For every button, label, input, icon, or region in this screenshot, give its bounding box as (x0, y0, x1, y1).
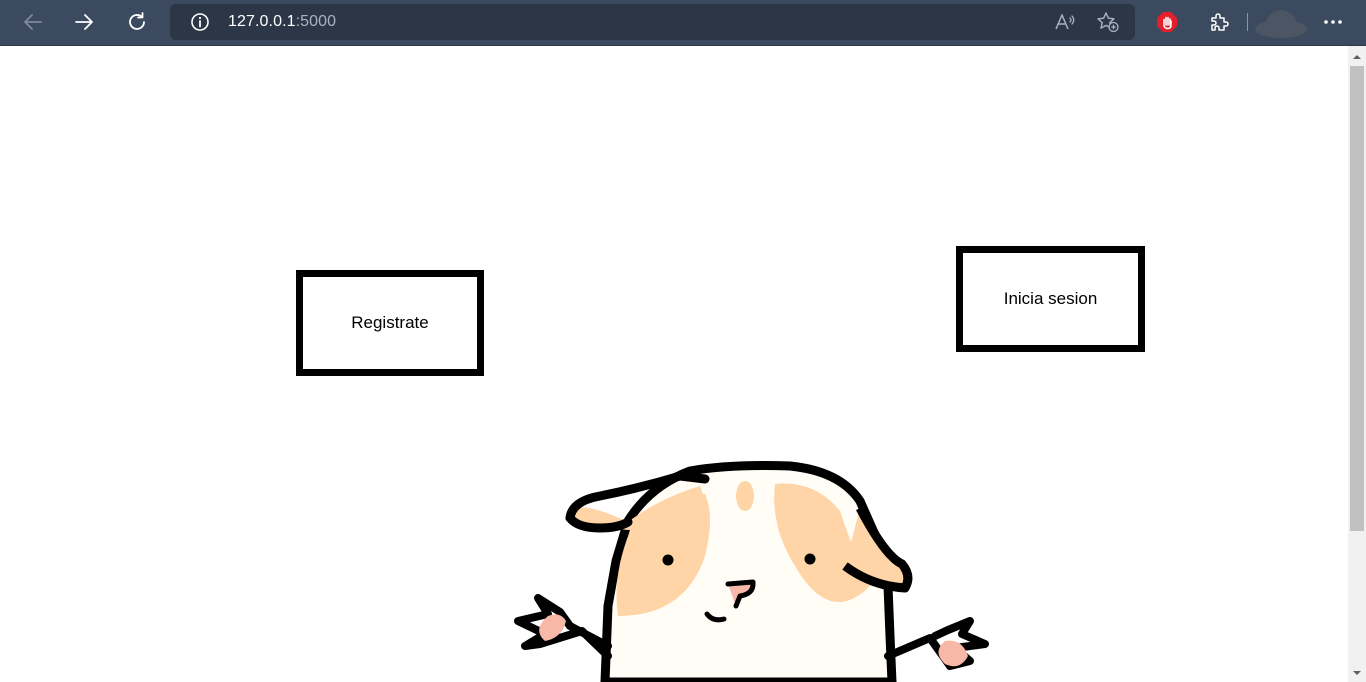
refresh-icon (129, 12, 145, 30)
url-host: 127.0.0.1 (228, 13, 296, 30)
back-button[interactable] (16, 6, 50, 38)
read-aloud-button[interactable] (1054, 12, 1076, 37)
arrow-left-icon (24, 14, 42, 30)
read-aloud-icon (1055, 14, 1075, 30)
toolbar-divider (1247, 13, 1248, 31)
url-text[interactable]: 127.0.0.1:5000 (228, 13, 336, 31)
forward-button[interactable] (67, 6, 101, 38)
extensions-button[interactable] (1202, 6, 1236, 38)
profile-button[interactable] (1254, 5, 1308, 39)
settings-menu-button[interactable] (1316, 6, 1350, 38)
favorite-button[interactable] (1096, 11, 1120, 38)
refresh-button[interactable] (120, 6, 154, 38)
guinea-pig-illustration (514, 461, 989, 682)
register-button[interactable]: Registrate (296, 270, 484, 376)
scroll-down-arrow-icon[interactable] (1348, 666, 1366, 680)
arrow-right-icon (75, 14, 93, 30)
url-port: :5000 (295, 13, 337, 30)
info-circle-icon (191, 13, 209, 31)
login-button[interactable]: Inicia sesion (956, 246, 1145, 352)
star-add-icon (1097, 12, 1119, 33)
avatar-icon (1255, 10, 1307, 38)
ellipsis-icon (1324, 20, 1342, 24)
site-info-button[interactable] (190, 12, 210, 37)
puzzle-icon (1211, 13, 1229, 31)
vertical-scrollbar[interactable] (1348, 46, 1366, 682)
register-button-label: Registrate (351, 313, 429, 332)
login-button-label: Inicia sesion (1003, 289, 1098, 308)
page-viewport: Registrate Inicia sesion (0, 46, 1348, 682)
browser-toolbar: 127.0.0.1:5000 (0, 0, 1366, 46)
stop-hand-icon (1157, 12, 1177, 32)
scroll-up-arrow-icon[interactable] (1348, 50, 1366, 64)
adblock-extension-button[interactable] (1150, 6, 1184, 38)
scrollbar-thumb[interactable] (1350, 66, 1364, 531)
address-bar[interactable]: 127.0.0.1:5000 (170, 4, 1135, 40)
